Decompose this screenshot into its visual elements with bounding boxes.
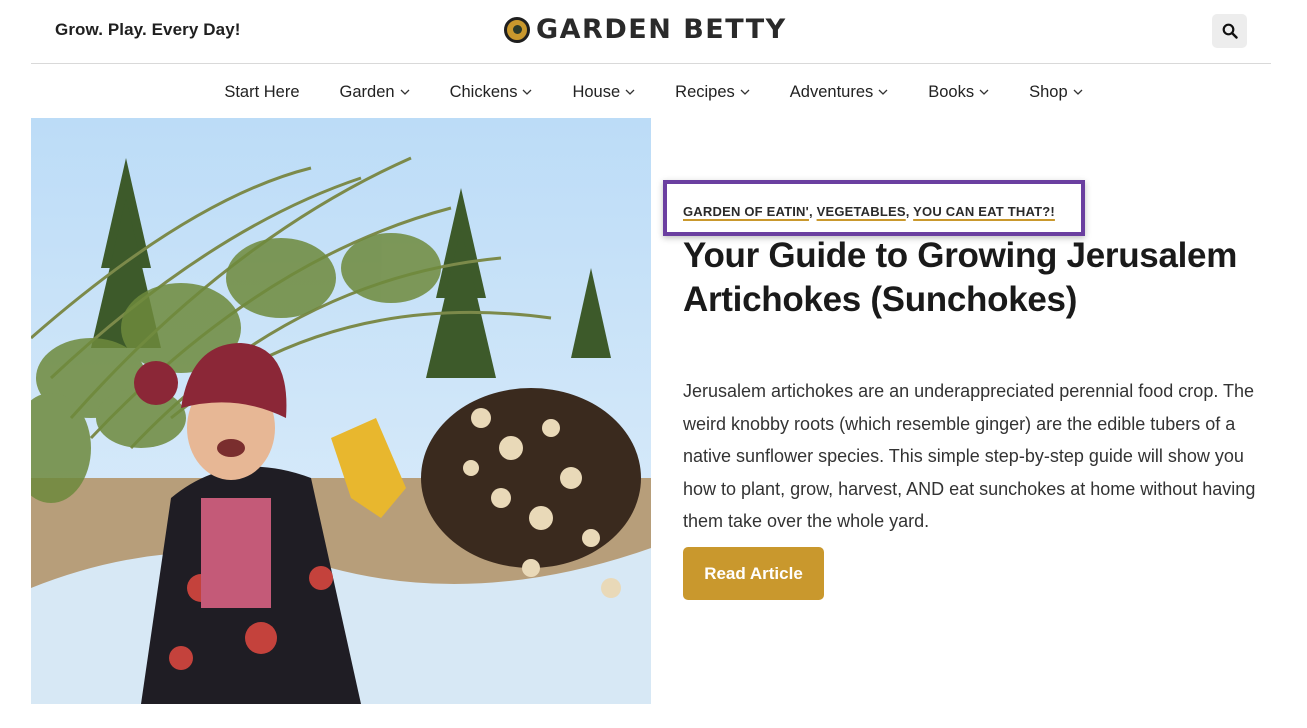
nav-item-shop[interactable]: Shop [1009, 78, 1103, 106]
nav-item-start-here[interactable]: Start Here [204, 78, 319, 106]
chevron-down-icon [625, 89, 635, 95]
search-button[interactable] [1212, 14, 1247, 48]
chevron-down-icon [1073, 89, 1083, 95]
nav-item-label: House [572, 82, 621, 101]
site-logo[interactable]: GARDEN BETTY [504, 14, 787, 45]
nav-item-house[interactable]: House [552, 78, 655, 106]
nav-item-label: Chickens [449, 82, 518, 101]
nav-item-label: Books [928, 82, 975, 101]
nav-item-books[interactable]: Books [908, 78, 1009, 106]
category-link-garden-of-eatin[interactable]: GARDEN OF EATIN' [683, 204, 809, 219]
featured-photo [31, 118, 651, 704]
nav-item-label: Shop [1029, 82, 1068, 101]
nav-item-adventures[interactable]: Adventures [770, 78, 908, 106]
featured-image[interactable] [31, 118, 651, 704]
category-separator: , [808, 204, 813, 219]
article-excerpt: Jerusalem artichokes are an underappreci… [683, 381, 1256, 531]
category-link-vegetables[interactable]: VEGETABLES [817, 204, 906, 219]
category-list: GARDEN OF EATIN', VEGETABLES, YOU CAN EA… [683, 204, 1055, 219]
site-header: Grow. Play. Every Day! GARDEN BETTY [31, 0, 1271, 64]
chevron-down-icon [979, 89, 989, 95]
nav-item-garden[interactable]: Garden [320, 78, 430, 106]
read-article-button[interactable]: Read Article [683, 547, 824, 600]
category-separator: , [905, 204, 910, 219]
logo-text: GARDEN BETTY [536, 14, 787, 45]
article-title[interactable]: Your Guide to Growing Jerusalem Artichok… [683, 234, 1283, 322]
category-highlight-box: GARDEN OF EATIN', VEGETABLES, YOU CAN EA… [663, 180, 1085, 236]
nav-item-label: Recipes [675, 82, 735, 101]
nav-item-chickens[interactable]: Chickens [430, 78, 553, 106]
nav-item-label: Start Here [224, 82, 300, 101]
category-link-you-can-eat-that[interactable]: YOU CAN EAT THAT?! [913, 204, 1055, 219]
nav-item-recipes[interactable]: Recipes [655, 78, 770, 106]
chevron-down-icon [522, 89, 532, 95]
logo-leaf-icon [504, 16, 530, 43]
chevron-down-icon [740, 89, 750, 95]
chevron-down-icon [400, 89, 410, 95]
chevron-down-icon [878, 89, 888, 95]
search-icon [1222, 23, 1238, 39]
main-nav: Start Here Garden Chickens House Recipes… [0, 78, 1307, 106]
nav-item-label: Adventures [789, 82, 874, 101]
site-tagline: Grow. Play. Every Day! [55, 20, 241, 39]
nav-item-label: Garden [339, 82, 395, 101]
